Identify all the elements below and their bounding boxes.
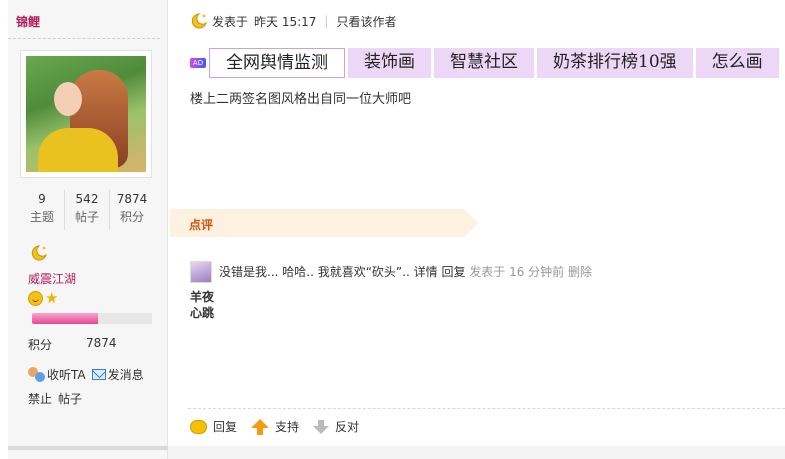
points-value: 7874 <box>86 336 117 350</box>
oppose-button[interactable]: 反对 <box>313 418 359 435</box>
footer-divider <box>188 408 785 409</box>
ad-link[interactable]: 装饰画 <box>348 48 431 78</box>
comment-section-label: 点评 <box>170 209 478 237</box>
moon-icon <box>191 13 207 29</box>
ad-links-bar: AD 全网舆情监测 装饰画 智慧社区 奶茶排行榜10强 怎么画 <box>190 48 782 78</box>
reply-icon <box>190 419 207 434</box>
follow-icon <box>28 367 45 382</box>
commenter-avatar[interactable] <box>190 261 212 283</box>
bottom-band <box>168 446 785 459</box>
comment-time: 发表于 16 分钟前 <box>469 265 565 279</box>
support-button[interactable]: 支持 <box>251 418 299 435</box>
send-message-label: 发消息 <box>107 368 144 382</box>
username-link[interactable]: 锦鲤 <box>16 13 40 30</box>
level-progress-fill <box>32 313 98 324</box>
divider <box>8 38 160 39</box>
ad-link[interactable]: 奶茶排行榜10强 <box>537 48 693 78</box>
comment-section-title: 点评 <box>189 218 214 232</box>
stat-label: 主题 <box>29 210 54 224</box>
ban-user-link[interactable]: 禁止 <box>28 390 52 407</box>
star-medal-icon[interactable]: ★ <box>45 291 58 306</box>
medals: ★ <box>28 291 58 306</box>
reply-button[interactable]: 回复 <box>190 418 237 435</box>
avatar-body <box>38 128 118 172</box>
stat-posts[interactable]: 542 帖子 <box>65 190 110 230</box>
posted-time: 昨天 15:17 <box>254 14 317 29</box>
post-body: 楼上二两签名图风格出自同一位大师吧 <box>190 92 412 107</box>
stat-value[interactable]: 542 <box>65 190 109 208</box>
follow-label: 收听TA <box>47 368 86 382</box>
stat-label: 积分 <box>119 210 144 224</box>
ban-posts-link[interactable]: 帖子 <box>58 390 82 407</box>
stat-value[interactable]: 9 <box>20 190 64 208</box>
comment-item: 没错是我... 哈哈.. 我就喜欢“砍头”.. 详情 回复 发表于 16 分钟前… <box>219 263 592 280</box>
support-label: 支持 <box>275 420 300 434</box>
commenter-name[interactable]: 羊夜心跳 <box>190 289 220 321</box>
posted-label: 发表于 <box>212 14 249 29</box>
separator: | <box>324 14 329 28</box>
ad-link[interactable]: 怎么画 <box>695 48 779 78</box>
stat-threads[interactable]: 9 主题 <box>20 190 65 230</box>
ad-badge: AD <box>190 58 206 68</box>
reply-label: 回复 <box>213 420 238 434</box>
rank-title[interactable]: 威震江湖 <box>28 270 76 287</box>
sidebar-bottom-bar <box>8 446 168 450</box>
level-progress-bar <box>32 313 152 324</box>
comment-detail-link[interactable]: 详情 <box>414 265 438 279</box>
user-stats: 9 主题 542 帖子 7874 积分 <box>20 190 154 230</box>
avatar-frame[interactable] <box>20 50 152 178</box>
follow-button[interactable]: 收听TA <box>28 366 86 383</box>
stat-value[interactable]: 7874 <box>110 190 154 208</box>
avatar-face <box>54 82 82 116</box>
author-only-link[interactable]: 只看该作者 <box>336 13 396 30</box>
comment-text: 没错是我... 哈哈.. 我就喜欢“砍头”.. <box>219 265 410 279</box>
post-actions: 回复 支持 反对 <box>190 418 367 435</box>
send-message-button[interactable]: 发消息 <box>91 366 144 383</box>
thumbs-up-arrow-icon <box>251 418 270 435</box>
points-label: 积分 <box>28 338 53 352</box>
stat-label: 帖子 <box>74 210 99 224</box>
post-header: 发表于 昨天 15:17 | 只看该作者 <box>190 12 396 30</box>
stat-points[interactable]: 7874 积分 <box>110 190 154 230</box>
thumbs-down-arrow-icon <box>313 419 330 434</box>
smile-medal-icon[interactable] <box>28 291 43 306</box>
moon-icon <box>31 245 47 261</box>
comment-reply-link[interactable]: 回复 <box>441 265 465 279</box>
oppose-label: 反对 <box>335 420 360 434</box>
ad-link[interactable]: 智慧社区 <box>434 48 534 78</box>
comment-delete-link[interactable]: 删除 <box>568 265 592 279</box>
avatar[interactable] <box>26 56 146 172</box>
user-actions: 收听TA 发消息 <box>28 366 144 383</box>
ad-link[interactable]: 全网舆情监测 <box>209 48 345 78</box>
mail-icon <box>91 369 106 380</box>
admin-links: 禁止 帖子 <box>28 390 82 407</box>
